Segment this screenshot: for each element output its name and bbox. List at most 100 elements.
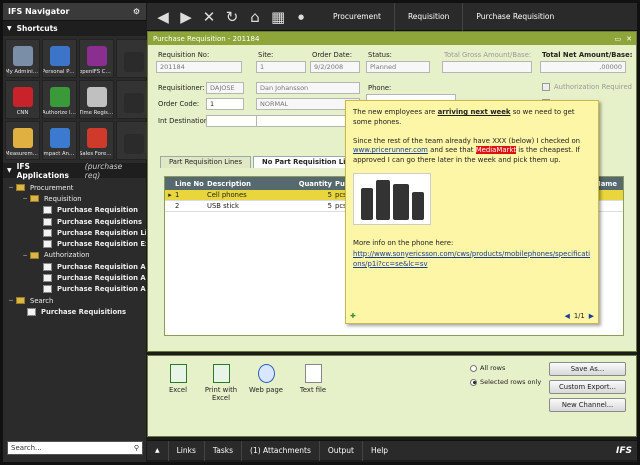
tree-item[interactable]: Purchase Requisition Auth bbox=[3, 261, 146, 272]
custom-export-button[interactable]: Custom Export... bbox=[549, 380, 626, 394]
tree-item[interactable]: Purchase Requisition Line bbox=[3, 227, 146, 238]
tab-help[interactable]: Help bbox=[361, 440, 396, 461]
col-name[interactable]: Name bbox=[595, 180, 623, 188]
forward-icon[interactable]: ▶ bbox=[179, 8, 193, 26]
expand-toggle-icon[interactable]: − bbox=[7, 184, 15, 191]
tree-item[interactable]: − Procurement bbox=[3, 182, 146, 193]
grid-icon[interactable]: ▦ bbox=[271, 8, 285, 26]
tree-item[interactable]: Purchase Requisition Exce bbox=[3, 238, 146, 249]
back-icon[interactable]: ◀ bbox=[156, 8, 170, 26]
net-amount-field[interactable]: ,00000 bbox=[540, 61, 626, 73]
document-icon bbox=[43, 262, 52, 271]
apps-header[interactable]: ▼ IFS Applications (purchase req) bbox=[3, 162, 146, 180]
shortcut-tile[interactable]: Sales Forecast bbox=[79, 121, 114, 160]
save-as-button[interactable]: Save As... bbox=[549, 362, 626, 376]
requisitioner-field[interactable]: DAJOSE bbox=[206, 82, 244, 94]
shortcut-tile[interactable]: openIFS Comm... bbox=[79, 39, 114, 78]
sonyericsson-link[interactable]: http://www.sonyericsson.com/cws/products… bbox=[353, 250, 590, 268]
tree-item[interactable]: − Search bbox=[3, 295, 146, 306]
shortcut-tile[interactable]: Authorize Invo... bbox=[42, 80, 77, 119]
shortcut-icon bbox=[86, 128, 107, 148]
site-field[interactable]: 1 bbox=[256, 61, 306, 73]
note-paragraph-1: The new employees are arriving next week… bbox=[353, 108, 575, 126]
expand-toggle-icon[interactable]: − bbox=[7, 297, 15, 304]
export-excel[interactable]: Excel bbox=[158, 364, 198, 394]
tree-item[interactable]: − Authorization bbox=[3, 250, 146, 261]
tree-item[interactable]: Purchase Requisition Auth bbox=[3, 272, 146, 283]
cell-line-no: 1 bbox=[175, 191, 180, 199]
search-input[interactable]: Search... ⚲ bbox=[7, 441, 143, 455]
order-code-field[interactable]: 1 bbox=[206, 98, 244, 110]
shortcut-tile[interactable]: My Administra... bbox=[5, 39, 40, 78]
search-icon[interactable]: ⚲ bbox=[134, 444, 139, 452]
authorization-required-label: Authorization Required bbox=[554, 83, 632, 91]
int-destination-label: Int Destination: bbox=[158, 117, 211, 125]
prev-note-icon[interactable]: ◀ bbox=[565, 312, 570, 322]
tab-part-requisition-lines[interactable]: Part Requisition Lines bbox=[160, 156, 252, 168]
bullet-icon: ● bbox=[297, 12, 305, 21]
requisition-no-label: Requisition No: bbox=[158, 51, 210, 59]
col-line-no[interactable]: Line No bbox=[175, 180, 207, 188]
search-placeholder: Search... bbox=[11, 444, 42, 452]
shortcut-tile[interactable]: Time Registra... bbox=[79, 80, 114, 119]
order-date-field[interactable]: 9/2/2008 bbox=[310, 61, 360, 73]
breadcrumb-item[interactable]: Requisition bbox=[393, 2, 462, 31]
note-edit-icon[interactable]: ✚ bbox=[350, 312, 356, 322]
shortcut-tile[interactable]: Personal Portal bbox=[42, 39, 77, 78]
document-icon bbox=[43, 285, 52, 294]
close-icon[interactable]: ✕ bbox=[202, 8, 216, 26]
requisitioner-name-field[interactable]: Dan Johansson bbox=[256, 82, 360, 94]
bottom-bar: ▲ Links Tasks (1) Attachments Output Hel… bbox=[147, 440, 637, 461]
requisition-no-field[interactable]: 201184 bbox=[156, 61, 242, 73]
tree-item[interactable]: Purchase Requisition Auth bbox=[3, 284, 146, 295]
tree-item[interactable]: − Requisition bbox=[3, 193, 146, 204]
expand-toggle-icon[interactable]: − bbox=[21, 195, 29, 202]
shortcut-tile[interactable]: Measurements bbox=[5, 121, 40, 160]
text-file-icon bbox=[304, 364, 322, 383]
folder-icon bbox=[16, 297, 25, 305]
home-icon[interactable]: ⌂ bbox=[248, 8, 262, 26]
tab-attachments[interactable]: (1) Attachments bbox=[241, 440, 319, 461]
pricerunner-link[interactable]: www.pricerunner.com bbox=[353, 146, 428, 154]
shortcut-tile[interactable]: Impact Analysis bbox=[42, 121, 77, 160]
tree-item[interactable]: Purchase Requisitions bbox=[3, 306, 146, 317]
sticky-note[interactable]: The new employees are arriving next week… bbox=[345, 100, 599, 324]
close-form-icon[interactable]: ✕ bbox=[626, 35, 632, 43]
col-description[interactable]: Description bbox=[207, 180, 287, 188]
export-print-with-excel[interactable]: Print with Excel bbox=[201, 364, 241, 402]
tab-links[interactable]: Links bbox=[167, 440, 204, 461]
status-field[interactable]: Planned bbox=[366, 61, 430, 73]
gross-amount-field[interactable] bbox=[442, 61, 532, 73]
refresh-icon[interactable]: ↻ bbox=[225, 8, 239, 26]
cell-description: USB stick bbox=[207, 202, 239, 210]
breadcrumb-item[interactable]: Procurement bbox=[320, 3, 394, 31]
export-web-page[interactable]: Web page bbox=[246, 364, 286, 394]
expand-icon[interactable]: ▲ bbox=[147, 441, 168, 461]
gear-icon[interactable]: ⚙ bbox=[133, 7, 140, 16]
expand-toggle-icon[interactable]: − bbox=[21, 252, 29, 259]
excel-icon bbox=[169, 364, 187, 383]
authorization-required-checkbox[interactable] bbox=[542, 83, 550, 91]
tab-tasks[interactable]: Tasks bbox=[203, 440, 241, 461]
radio-selected-rows[interactable]: Selected rows only bbox=[470, 378, 541, 386]
tab-output[interactable]: Output bbox=[318, 440, 362, 461]
new-channel-button[interactable]: New Channel... bbox=[549, 398, 626, 412]
cell-description: Cell phones bbox=[207, 191, 247, 199]
tree-item[interactable]: Purchase Requisition bbox=[3, 205, 146, 216]
col-quantity[interactable]: Quantity bbox=[287, 180, 335, 188]
folder-icon bbox=[30, 251, 39, 259]
tree-item[interactable]: Purchase Requisitions bbox=[3, 216, 146, 227]
cell-unit: pcs bbox=[335, 202, 347, 210]
shortcuts-header[interactable]: ▼ Shortcuts bbox=[3, 21, 146, 36]
document-icon bbox=[43, 274, 52, 283]
next-note-icon[interactable]: ▶ bbox=[589, 312, 594, 322]
col-pu[interactable]: Pu bbox=[335, 180, 345, 188]
export-text-file[interactable]: Text file bbox=[293, 364, 333, 394]
note-footer: ✚ ◀ 1/1 ▶ bbox=[346, 311, 598, 323]
shortcut-tile[interactable]: CNN bbox=[5, 80, 40, 119]
shortcut-label: Authorize Invo... bbox=[42, 110, 77, 116]
tree-item-label: Search bbox=[30, 296, 54, 305]
breadcrumb-item[interactable]: Purchase Requisition bbox=[462, 2, 567, 31]
minimize-icon[interactable]: ▭ bbox=[615, 35, 622, 43]
radio-all-rows[interactable]: All rows bbox=[470, 364, 505, 372]
